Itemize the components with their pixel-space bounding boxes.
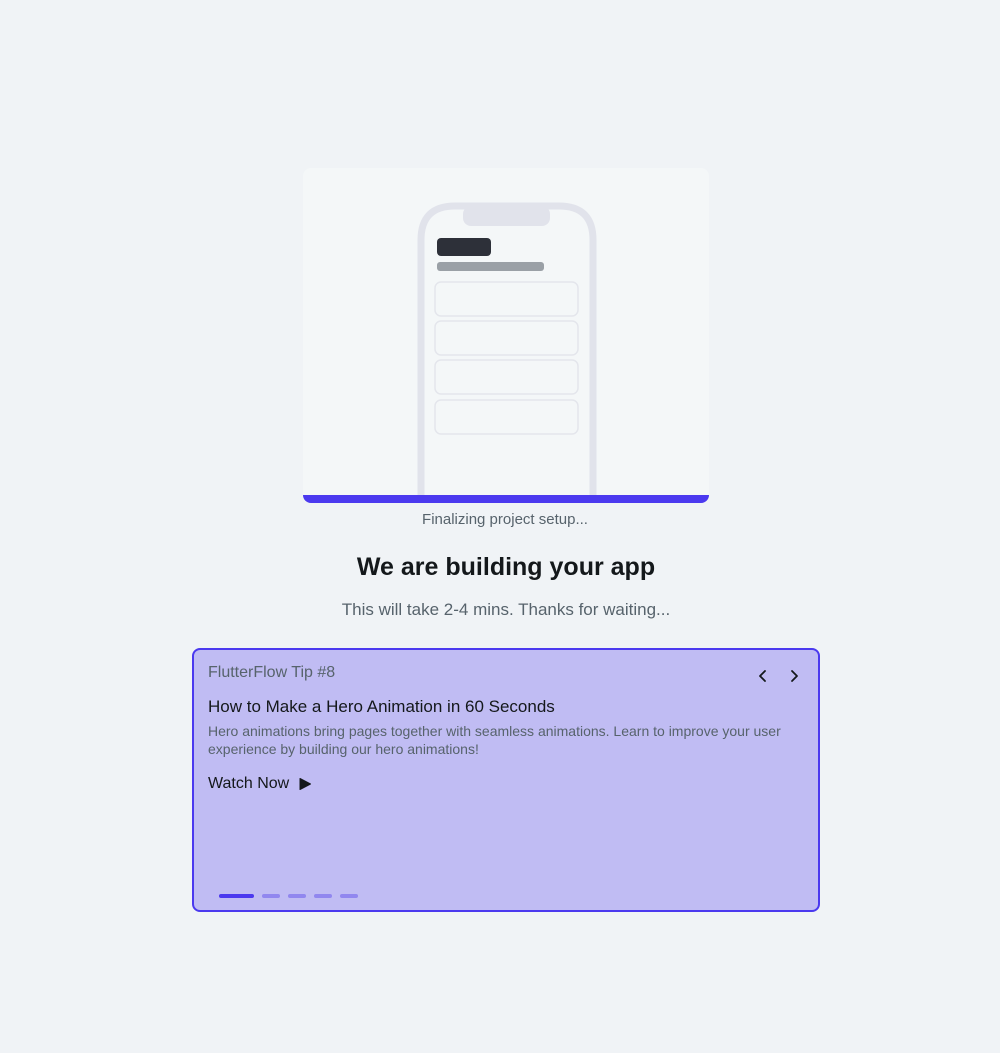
tip-page-dot[interactable]: [219, 894, 254, 898]
build-progress-fill: [303, 495, 709, 503]
tip-card: FlutterFlow Tip #8 How to Make a Hero An…: [192, 648, 820, 912]
tip-description: Hero animations bring pages together wit…: [208, 723, 781, 757]
play-icon: [298, 777, 312, 791]
previous-tip-button[interactable]: [751, 664, 775, 688]
tip-page-dot[interactable]: [262, 894, 280, 898]
tip-number-label: FlutterFlow Tip #8: [208, 664, 336, 681]
tip-page-dot[interactable]: [340, 894, 358, 898]
chevron-left-icon: [759, 670, 766, 682]
build-progress-bar: [303, 495, 709, 503]
chevron-right-icon: [791, 670, 798, 682]
tip-title: How to Make a Hero Animation in 60 Secon…: [208, 697, 555, 716]
next-tip-button[interactable]: [782, 664, 806, 688]
app-preview-card: [303, 168, 709, 503]
tip-page-dot[interactable]: [288, 894, 306, 898]
build-status-text: Finalizing project setup...: [422, 511, 588, 528]
watch-now-label: Watch Now: [208, 775, 290, 792]
phone-illustration: [417, 202, 597, 503]
page-subtitle: This will take 2-4 mins. Thanks for wait…: [341, 600, 671, 619]
watch-now-button[interactable]: Watch Now: [208, 775, 312, 793]
tip-pagination: [219, 894, 358, 898]
page-title: We are building your app: [356, 553, 656, 581]
tip-page-dot[interactable]: [314, 894, 332, 898]
